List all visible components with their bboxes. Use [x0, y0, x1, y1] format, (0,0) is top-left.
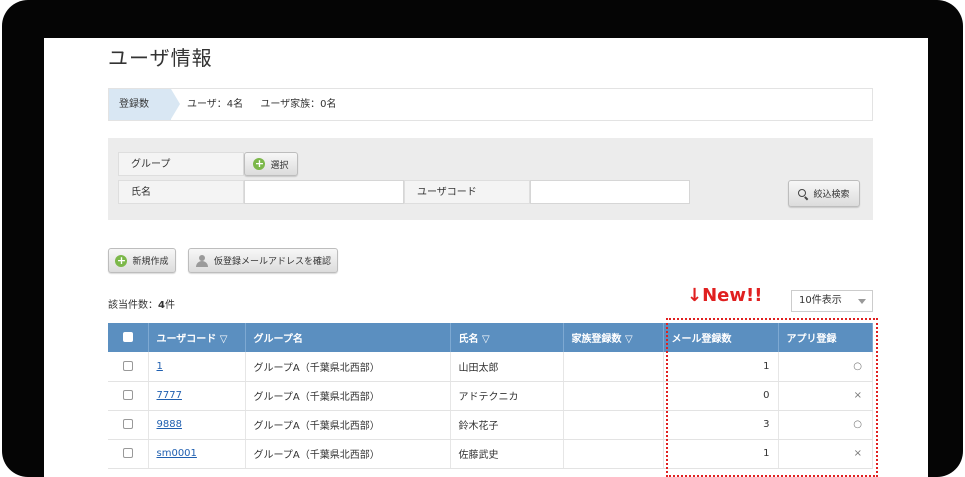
device-frame: ユーザ情報 登録数 ユーザ：4名 ユーザ家族：0名 グループ + 選択 氏名 ユ… [2, 0, 963, 477]
col-group: グループ名 [245, 323, 451, 352]
user-count: ユーザ：4名 [187, 99, 244, 110]
name-cell: 鈴木花子 [450, 410, 564, 440]
row-checkbox[interactable] [122, 448, 133, 458]
summary-text: ユーザ：4名 ユーザ家族：0名 [187, 89, 351, 120]
row-checkbox[interactable] [122, 419, 133, 429]
per-page-value: 10件表示 [799, 295, 842, 306]
mail-count-cell: 1 [663, 352, 779, 382]
row-checkbox-cell[interactable] [108, 352, 149, 382]
name-cell: 佐藤武史 [450, 439, 564, 469]
count-value: 4 [158, 300, 165, 311]
row-checkbox-cell[interactable] [108, 381, 149, 411]
name-cell: アドテクニカ [450, 381, 564, 411]
plus-icon: + [115, 253, 128, 267]
group-cell: グループA（千葉県北西部） [245, 410, 451, 440]
table-row: 1 グループA（千葉県北西部） 山田太郎 1 ○ [108, 352, 873, 382]
search-panel: グループ + 選択 氏名 ユーザコード 絞込検索 [108, 138, 873, 220]
select-all-checkbox-cell[interactable] [108, 323, 149, 352]
name-cell: 山田太郎 [450, 352, 564, 382]
filter-search-button[interactable]: 絞込検索 [788, 180, 860, 207]
table-row: 7777 グループA（千葉県北西部） アドテクニカ 0 × [108, 381, 873, 411]
new-annotation: ↓New!! [687, 285, 763, 306]
group-cell: グループA（千葉県北西部） [245, 352, 451, 382]
group-cell: グループA（千葉県北西部） [245, 381, 451, 411]
family-cell [563, 381, 664, 411]
group-cell: グループA（千葉県北西部） [245, 439, 451, 469]
col-usercode[interactable]: ユーザコード ▽ [148, 323, 246, 352]
app-status-cell: × [778, 439, 873, 469]
page-title: ユーザ情報 [108, 46, 213, 70]
col-family[interactable]: 家族登録数 ▽ [563, 323, 664, 352]
app-status-cell: ○ [778, 352, 873, 382]
row-checkbox[interactable] [122, 390, 133, 400]
name-input[interactable] [244, 180, 404, 204]
col-app: アプリ登録 [778, 323, 873, 352]
row-checkbox[interactable] [122, 360, 133, 371]
screen: ユーザ情報 登録数 ユーザ：4名 ユーザ家族：0名 グループ + 選択 氏名 ユ… [44, 38, 928, 477]
registration-summary: 登録数 ユーザ：4名 ユーザ家族：0名 [108, 88, 873, 121]
search-icon [798, 188, 808, 199]
plus-icon: + [253, 157, 266, 170]
select-button-label: 選択 [270, 160, 289, 171]
name-label: 氏名 [118, 180, 244, 204]
person-icon [195, 254, 209, 267]
usercode-input[interactable] [530, 180, 690, 204]
table-row: sm0001 グループA（千葉県北西部） 佐藤武史 1 × [108, 439, 873, 469]
usercode-link[interactable]: 9888 [157, 419, 182, 430]
per-page-select[interactable]: 10件表示 [791, 290, 873, 312]
col-name[interactable]: 氏名 ▽ [450, 323, 564, 352]
select-group-button[interactable]: + 選択 [244, 152, 298, 176]
app-status-cell: ○ [778, 410, 873, 440]
family-cell [563, 410, 664, 440]
family-cell [563, 439, 664, 469]
col-mail: メール登録数 [663, 323, 779, 352]
confirm-button-label: 仮登録メールアドレスを確認 [213, 257, 331, 267]
count-suffix: 件 [164, 300, 175, 311]
mail-count-cell: 3 [663, 410, 779, 440]
search-button-label: 絞込検索 [813, 190, 850, 200]
usercode-link[interactable]: 1 [157, 361, 163, 372]
new-create-button[interactable]: + 新規作成 [108, 248, 176, 273]
count-prefix: 該当件数： [108, 300, 158, 311]
usercode-link[interactable]: sm0001 [157, 448, 197, 459]
table-header-row: ユーザコード ▽ グループ名 氏名 ▽ 家族登録数 ▽ メール登録数 アプリ登録 [108, 323, 873, 352]
row-checkbox-cell[interactable] [108, 439, 149, 469]
table-row: 9888 グループA（千葉県北西部） 鈴木花子 3 ○ [108, 410, 873, 440]
result-count: 該当件数：4件 [108, 296, 175, 311]
group-label: グループ [118, 152, 244, 176]
select-all-checkbox[interactable] [122, 332, 133, 342]
new-button-label: 新規作成 [132, 257, 169, 267]
row-checkbox-cell[interactable] [108, 410, 149, 440]
family-cell [563, 352, 664, 382]
usercode-label: ユーザコード [404, 180, 530, 204]
family-count: ユーザ家族：0名 [260, 99, 337, 110]
confirm-temp-email-button[interactable]: 仮登録メールアドレスを確認 [188, 248, 338, 273]
app-status-cell: × [778, 381, 873, 411]
mail-count-cell: 1 [663, 439, 779, 469]
mail-count-cell: 0 [663, 381, 779, 411]
summary-tag: 登録数 [109, 89, 180, 120]
usercode-link[interactable]: 7777 [157, 390, 182, 401]
user-table: ユーザコード ▽ グループ名 氏名 ▽ 家族登録数 ▽ メール登録数 アプリ登録… [108, 323, 873, 469]
chevron-down-icon [858, 299, 866, 304]
